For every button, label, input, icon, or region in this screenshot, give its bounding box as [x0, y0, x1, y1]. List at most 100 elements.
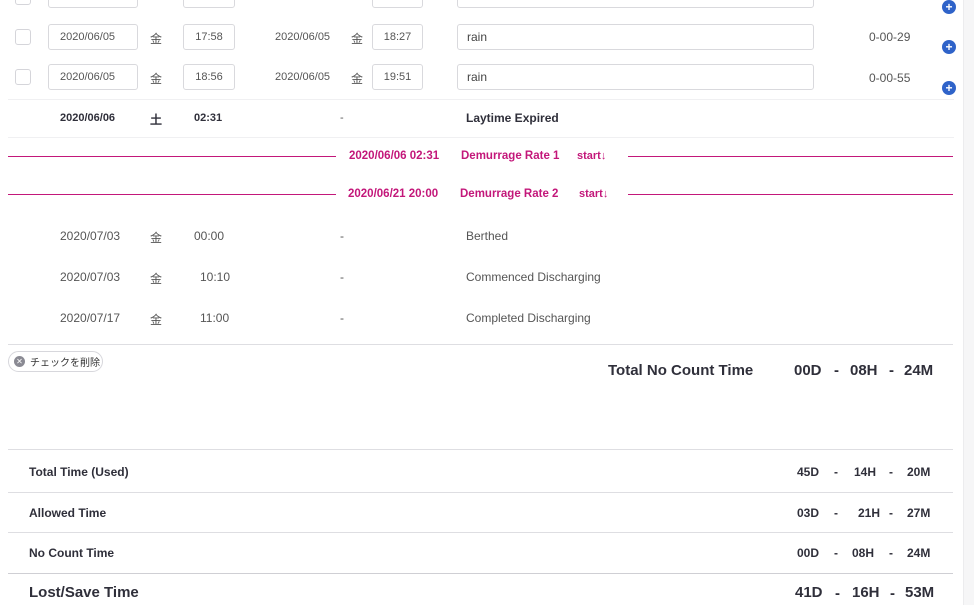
add-row-icon[interactable]: + [942, 81, 956, 95]
total-no-count-label: Total No Count Time [608, 362, 754, 379]
summary-label: Allowed Time [29, 506, 107, 520]
summary-divider [8, 532, 953, 533]
summary-hours: 08H [852, 546, 875, 560]
duration: 0-00-55 [869, 71, 911, 85]
expired-time: 02:31 [194, 112, 223, 124]
event-day: 金 [150, 272, 163, 286]
remark-input[interactable] [457, 0, 814, 8]
end-time-input[interactable] [372, 0, 423, 8]
start-time-value: 18:56 [195, 71, 223, 83]
rate-divider-right [628, 194, 953, 195]
row-checkbox[interactable] [15, 29, 31, 45]
end-time-input[interactable]: 18:27 [372, 24, 423, 50]
clear-checks-button[interactable]: ✕ チェックを削除 [8, 351, 103, 372]
event-time: 00:00 [194, 229, 225, 243]
summary-days: 00D [797, 546, 820, 560]
summary-minutes: 20M [907, 465, 931, 479]
event-day: 金 [150, 313, 163, 327]
start-day: 金 [150, 32, 163, 46]
expired-dash: - [340, 112, 344, 124]
summary-days: 03D [797, 506, 820, 520]
start-date-input[interactable]: 2020/06/05 [48, 64, 138, 90]
start-time-input[interactable]: 17:58 [183, 24, 235, 50]
summary-label: No Count Time [29, 546, 115, 560]
start-time-input[interactable]: 18:56 [183, 64, 235, 90]
rate-start-link[interactable]: start↓ [579, 188, 608, 200]
start-date-input[interactable]: 2020/06/05 [48, 24, 138, 50]
remark-value: rain [467, 30, 488, 44]
end-time-input[interactable]: 19:51 [372, 64, 423, 90]
expired-label: Laytime Expired [466, 111, 559, 125]
summary-minutes: 53M [905, 584, 935, 601]
summary-hours: 16H [852, 584, 880, 601]
event-label: Completed Discharging [466, 311, 591, 325]
rate-divider-left [8, 194, 336, 195]
summary-sep: - [834, 465, 838, 479]
rate-name: Demurrage Rate 2 [460, 188, 559, 200]
remark-input[interactable]: rain [457, 64, 814, 90]
scrollbar[interactable] [963, 0, 974, 605]
add-row-icon[interactable]: + [942, 0, 956, 14]
summary-minutes: 24M [907, 546, 931, 560]
start-date-input[interactable] [48, 0, 138, 8]
summary-label: Total Time (Used) [29, 465, 129, 479]
summary-sep: - [834, 546, 838, 560]
start-time-input[interactable] [183, 0, 235, 8]
rate-divider-right [628, 156, 953, 157]
rate-name: Demurrage Rate 1 [461, 150, 560, 162]
rate-divider-left [8, 156, 336, 157]
summary-sep: - [834, 506, 838, 520]
event-date: 2020/07/17 [60, 311, 121, 325]
summary-divider [8, 573, 953, 574]
add-row-icon[interactable]: + [942, 40, 956, 54]
start-date-value: 2020/06/05 [60, 31, 116, 43]
end-date: 2020/06/05 [275, 71, 331, 83]
end-day: 金 [351, 32, 364, 46]
event-day: 金 [150, 231, 163, 245]
end-time-value: 19:51 [383, 71, 412, 83]
remark-value: rain [467, 70, 488, 84]
events-divider [8, 344, 953, 345]
expired-date: 2020/06/06 [60, 112, 116, 124]
summary-sep: - [889, 506, 893, 520]
summary-days: 41D [795, 584, 823, 601]
event-label: Commenced Discharging [466, 270, 601, 284]
event-dash: - [340, 311, 344, 325]
end-date: 2020/06/05 [275, 31, 331, 43]
start-date-value: 2020/06/05 [60, 71, 116, 83]
row-checkbox[interactable] [15, 69, 31, 85]
summary-hours: 14H [854, 465, 877, 479]
event-label: Berthed [466, 229, 509, 243]
summary-label: Lost/Save Time [29, 584, 139, 601]
event-date: 2020/07/03 [60, 270, 121, 284]
summary-sep: - [890, 585, 895, 602]
event-time: 10:10 [200, 270, 231, 284]
event-dash: - [340, 229, 344, 243]
row-checkbox[interactable] [15, 0, 31, 5]
total-no-count-hours: 08H [850, 362, 878, 379]
summary-divider [8, 449, 953, 450]
start-day: 金 [150, 72, 163, 86]
summary-hours: 21H [858, 506, 881, 520]
clear-checks-label: チェックを削除 [30, 358, 100, 369]
rate-datetime: 2020/06/21 20:00 [348, 188, 439, 200]
total-no-count-minutes: 24M [904, 362, 934, 379]
end-time-value: 18:27 [383, 31, 412, 43]
event-time: 11:00 [200, 311, 230, 325]
rate-datetime: 2020/06/06 02:31 [349, 150, 440, 162]
rate-start-link[interactable]: start↓ [577, 150, 606, 162]
end-day: 金 [351, 72, 364, 86]
start-time-value: 17:58 [195, 31, 223, 43]
event-date: 2020/07/03 [60, 229, 121, 243]
total-no-count-sep: - [889, 362, 894, 379]
remark-input[interactable]: rain [457, 24, 814, 50]
summary-sep: - [889, 465, 893, 479]
summary-days: 45D [797, 465, 820, 479]
close-circle-icon: ✕ [14, 356, 25, 367]
event-dash: - [340, 270, 344, 284]
duration: 0-00-29 [869, 30, 911, 44]
summary-sep: - [889, 546, 893, 560]
summary-sep: - [835, 585, 840, 602]
expired-day: 土 [150, 113, 163, 127]
summary-minutes: 27M [907, 506, 931, 520]
